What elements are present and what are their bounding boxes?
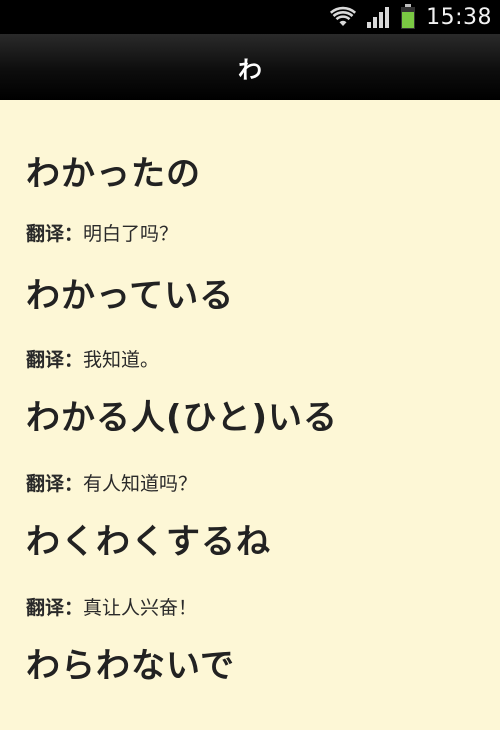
phrase-list[interactable]: わかったの 翻译：明白了吗？ わかっている 翻译：我知道。 わかる人(ひと)いる… — [0, 100, 500, 730]
signal-icon — [366, 5, 390, 29]
translation-line: 翻译：明白了吗？ — [26, 220, 480, 248]
phrase-text: わかっている — [26, 276, 235, 316]
translation-label: 翻译： — [26, 473, 84, 495]
phrase-text: わかったの — [26, 154, 201, 194]
translation-line: 翻译：我知道。 — [26, 346, 480, 374]
translation-text: 明白了吗？ — [83, 223, 179, 245]
wifi-icon — [330, 5, 357, 29]
translation-text: 有人知道吗？ — [83, 473, 198, 495]
translation-line: 翻译：有人知道吗？ — [26, 470, 480, 498]
translation-label: 翻译： — [26, 223, 84, 245]
status-bar: 15:38 — [0, 0, 500, 34]
phrase-entry[interactable]: わらわないで — [26, 622, 480, 688]
phrase-text: わらわないで — [26, 646, 235, 686]
phrase-entry[interactable]: わかったの 翻译：明白了吗？ — [26, 100, 480, 248]
phrase-entry[interactable]: わくわくするね 翻译：真让人兴奋！ — [26, 498, 480, 622]
translation-label: 翻译： — [26, 597, 84, 619]
translation-text: 我知道。 — [83, 349, 160, 371]
phrase-text: わかる人(ひと)いる — [26, 398, 339, 438]
translation-label: 翻译： — [26, 349, 84, 371]
phrase-text: わくわくするね — [26, 522, 271, 562]
phrase-entry[interactable]: わかる人(ひと)いる 翻译：有人知道吗？ — [26, 374, 480, 498]
phrase-entry[interactable]: わかっている 翻译：我知道。 — [26, 248, 480, 374]
action-bar-title: わ — [238, 55, 262, 84]
app-screen: 15:38 わ わかったの 翻译：明白了吗？ わかっている 翻译：我知道。 わか… — [0, 0, 500, 730]
status-icons: 15:38 — [330, 0, 492, 34]
status-time: 15:38 — [426, 4, 492, 30]
action-bar: わ — [0, 34, 500, 102]
translation-line: 翻译：真让人兴奋！ — [26, 594, 480, 622]
translation-text: 真让人兴奋！ — [83, 597, 198, 619]
battery-icon — [400, 4, 416, 30]
